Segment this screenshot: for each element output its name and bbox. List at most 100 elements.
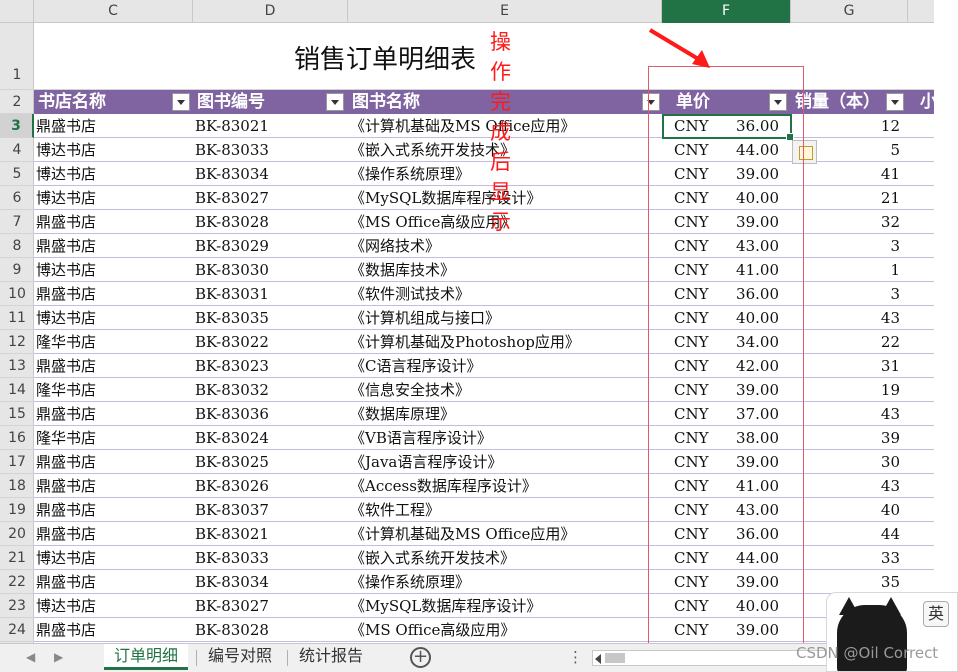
cell-store-name[interactable]: 鼎盛书店 <box>36 354 193 378</box>
row-header[interactable]: 22 <box>0 570 34 594</box>
row-header[interactable]: 20 <box>0 522 34 546</box>
row-header[interactable]: 14 <box>0 378 34 402</box>
cell-book-name[interactable]: 《数据库技术》 <box>350 258 662 282</box>
cell-book-name[interactable]: 《VB语言程序设计》 <box>350 426 662 450</box>
cell-book-name[interactable]: 《计算机基础及MS Office应用》 <box>350 522 662 546</box>
cell-store-name[interactable]: 博达书店 <box>36 138 193 162</box>
cell-book-name[interactable]: 《网络技术》 <box>350 234 662 258</box>
cell-quantity[interactable]: 31 <box>791 354 908 378</box>
cell-quantity[interactable]: 43 <box>791 474 908 498</box>
cell-price[interactable]: CNY 39.00 <box>662 378 791 402</box>
cell-price[interactable]: CNY 44.00 <box>662 546 791 570</box>
cell-store-name[interactable]: 鼎盛书店 <box>36 498 193 522</box>
cell-book-id[interactable]: BK-83027 <box>195 186 348 210</box>
cell-quantity[interactable]: 30 <box>791 450 908 474</box>
header-store-name[interactable]: 书店名称 <box>34 90 193 114</box>
ime-language-indicator[interactable]: 英 <box>923 601 949 627</box>
next-sheet-icon[interactable]: ▶ <box>54 650 63 664</box>
cell-quantity[interactable]: 41 <box>791 162 908 186</box>
cell-quantity[interactable]: 3 <box>791 234 908 258</box>
scroll-left-icon[interactable] <box>595 654 601 664</box>
row-header[interactable]: 6 <box>0 186 34 210</box>
row-header[interactable]: 15 <box>0 402 34 426</box>
cell-price[interactable]: CNY 34.00 <box>662 330 791 354</box>
cell-book-id[interactable]: BK-83027 <box>195 594 348 618</box>
cell-store-name[interactable]: 隆华书店 <box>36 378 193 402</box>
horizontal-scroll-thumb[interactable] <box>605 653 625 663</box>
cell-price[interactable]: CNY 38.00 <box>662 426 791 450</box>
cell-book-name[interactable]: 《计算机组成与接口》 <box>350 306 662 330</box>
cell-store-name[interactable]: 鼎盛书店 <box>36 522 193 546</box>
filter-dropdown-price[interactable] <box>769 93 787 111</box>
cell-book-id[interactable]: BK-83021 <box>195 114 348 138</box>
cell-price[interactable]: CNY 44.00 <box>662 138 791 162</box>
cell-store-name[interactable]: 鼎盛书店 <box>36 618 193 642</box>
row-header[interactable]: 12 <box>0 330 34 354</box>
row-header[interactable]: 18 <box>0 474 34 498</box>
header-next-column[interactable]: 小 <box>908 90 934 114</box>
column-header-e[interactable]: E <box>348 0 662 23</box>
cell-quantity[interactable]: 43 <box>791 306 908 330</box>
row-header[interactable]: 9 <box>0 258 34 282</box>
cell-price[interactable]: CNY 41.00 <box>662 474 791 498</box>
cell-book-id[interactable]: BK-83031 <box>195 282 348 306</box>
cell-book-id[interactable]: BK-83025 <box>195 450 348 474</box>
cell-book-name[interactable]: 《Access数据库程序设计》 <box>350 474 662 498</box>
cell-store-name[interactable]: 博达书店 <box>36 162 193 186</box>
column-header-g[interactable]: G <box>791 0 908 23</box>
cell-price[interactable]: CNY 39.00 <box>662 162 791 186</box>
row-header[interactable]: 3 <box>0 114 34 138</box>
row-header[interactable]: 1 <box>0 23 34 90</box>
filter-dropdown-book-id[interactable] <box>326 93 344 111</box>
filter-dropdown-book-name[interactable] <box>642 93 660 111</box>
cell-price[interactable]: CNY 40.00 <box>662 186 791 210</box>
cell-book-name[interactable]: 《嵌入式系统开发技术》 <box>350 546 662 570</box>
cell-book-name[interactable]: 《MS Office高级应用》 <box>350 618 662 642</box>
cell-book-id[interactable]: BK-83021 <box>195 522 348 546</box>
cell-quantity[interactable]: 1 <box>791 258 908 282</box>
cell-book-id[interactable]: BK-83034 <box>195 570 348 594</box>
cell-quantity[interactable]: 35 <box>791 570 908 594</box>
tab-id-lookup[interactable]: 编号对照 <box>198 644 282 670</box>
cell-store-name[interactable]: 隆华书店 <box>36 330 193 354</box>
row-header[interactable]: 11 <box>0 306 34 330</box>
cell-book-id[interactable]: BK-83023 <box>195 354 348 378</box>
cell-book-name[interactable]: 《Java语言程序设计》 <box>350 450 662 474</box>
prev-sheet-icon[interactable]: ◀ <box>26 650 35 664</box>
cell-book-name[interactable]: 《软件工程》 <box>350 498 662 522</box>
row-header[interactable]: 23 <box>0 594 34 618</box>
cell-quantity[interactable]: 33 <box>791 546 908 570</box>
cell-price[interactable]: CNY 40.00 <box>662 306 791 330</box>
cell-store-name[interactable]: 博达书店 <box>36 546 193 570</box>
row-header[interactable]: 24 <box>0 618 34 642</box>
cell-book-name[interactable]: 《信息安全技术》 <box>350 378 662 402</box>
cell-store-name[interactable]: 鼎盛书店 <box>36 114 193 138</box>
cell-quantity[interactable]: 40 <box>791 498 908 522</box>
cell-quantity[interactable]: 39 <box>791 426 908 450</box>
cell-book-id[interactable]: BK-83033 <box>195 546 348 570</box>
cell-book-id[interactable]: BK-83037 <box>195 498 348 522</box>
cell-price[interactable]: CNY 43.00 <box>662 498 791 522</box>
cell-quantity[interactable]: 19 <box>791 378 908 402</box>
cell-book-id[interactable]: BK-83035 <box>195 306 348 330</box>
cell-book-id[interactable]: BK-83029 <box>195 234 348 258</box>
column-header-d[interactable]: D <box>193 0 348 23</box>
row-header[interactable]: 16 <box>0 426 34 450</box>
cell-store-name[interactable]: 鼎盛书店 <box>36 210 193 234</box>
cell-price[interactable]: CNY 39.00 <box>662 570 791 594</box>
more-tabs-icon[interactable]: ⋮ <box>568 648 583 666</box>
cell-store-name[interactable]: 博达书店 <box>36 306 193 330</box>
select-all-corner[interactable] <box>0 0 34 23</box>
cell-quantity[interactable]: 22 <box>791 330 908 354</box>
cell-book-id[interactable]: BK-83026 <box>195 474 348 498</box>
cell-store-name[interactable]: 鼎盛书店 <box>36 234 193 258</box>
cell-price[interactable]: CNY 43.00 <box>662 234 791 258</box>
row-header[interactable]: 19 <box>0 498 34 522</box>
cell-quantity[interactable]: 43 <box>791 402 908 426</box>
row-header[interactable]: 13 <box>0 354 34 378</box>
cell-book-id[interactable]: BK-83036 <box>195 402 348 426</box>
cell-store-name[interactable]: 鼎盛书店 <box>36 450 193 474</box>
cell-price[interactable]: CNY 41.00 <box>662 258 791 282</box>
cell-store-name[interactable]: 博达书店 <box>36 594 193 618</box>
cell-price[interactable]: CNY 40.00 <box>662 594 791 618</box>
